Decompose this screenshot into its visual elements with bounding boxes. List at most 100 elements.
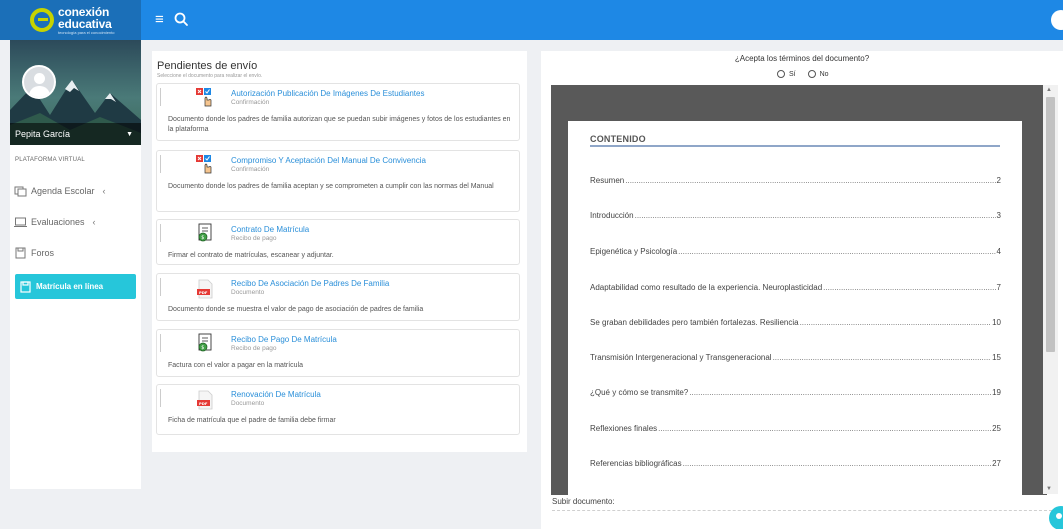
document-card[interactable]: Autorización Publicación De Imágenes De … — [156, 83, 520, 141]
toc-leader — [689, 388, 991, 397]
search-icon[interactable] — [173, 11, 190, 28]
toc-entry-title: Reflexiones finales — [590, 424, 658, 433]
document-title[interactable]: Contrato De Matrícula — [231, 225, 309, 234]
hamburger-menu-icon[interactable]: ≡ — [155, 12, 164, 27]
toc-entry-page: 3 — [996, 211, 1001, 220]
nav-section-label: PLATAFORMA VIRTUAL — [15, 157, 85, 163]
document-card[interactable]: Compromiso Y Aceptación Del Manual De Co… — [156, 150, 520, 212]
chevron-left-icon: ‹ — [92, 216, 96, 227]
document-title[interactable]: Renovación De Matrícula — [231, 390, 321, 399]
document-type: Confirmación — [231, 99, 270, 106]
upload-label: Subir documento: — [552, 497, 615, 506]
toc-entry-title: Se graban debilidades pero también forta… — [590, 318, 799, 327]
brand-logo[interactable]: conexión educativa tecnología para el co… — [0, 0, 141, 40]
pending-documents-panel: Pendientes de envío Seleccione el docume… — [152, 51, 527, 452]
toc-entry-title: Introducción — [590, 211, 634, 220]
toc-entry-title: Epigenética y Psicología — [590, 247, 678, 256]
sidebar-item-label: Matrícula en línea — [36, 282, 104, 291]
toc-entry-title: Adaptabilidad como resultado de la exper… — [590, 283, 823, 292]
confirm-icon — [196, 88, 212, 107]
document-title[interactable]: Recibo De Pago De Matrícula — [231, 335, 337, 344]
document-card[interactable]: $ Recibo De Pago De Matrícula Recibo de … — [156, 329, 520, 377]
laptop-icon — [14, 217, 27, 227]
enrollment-icon — [20, 280, 31, 293]
terms-option-no[interactable]: No — [807, 70, 829, 78]
sidebar: Pepita García ▼ PLATAFORMA VIRTUAL Agend… — [10, 40, 141, 489]
document-type: Confirmación — [231, 166, 270, 173]
confirm-icon — [196, 155, 212, 174]
toc-entry: Resumen 2 — [590, 176, 1001, 185]
toc-entry: Referencias bibliográficas 27 — [590, 459, 1001, 468]
toc-entry-page: 7 — [996, 283, 1001, 292]
upload-dropzone[interactable] — [552, 510, 1052, 529]
receipt-icon: $ — [198, 333, 212, 352]
svg-text:PDF: PDF — [199, 401, 208, 406]
scroll-down-icon[interactable]: ▼ — [1046, 486, 1052, 492]
document-card[interactable]: $ Contrato De Matrícula Recibo de pago F… — [156, 219, 520, 265]
toc-entry: Reflexiones finales 25 — [590, 424, 1001, 433]
scroll-up-icon[interactable]: ▲ — [1046, 87, 1052, 93]
toc-leader — [658, 424, 991, 433]
scrollbar-thumb[interactable] — [1046, 97, 1055, 352]
radio-button-yes[interactable] — [777, 70, 785, 78]
document-title[interactable]: Compromiso Y Aceptación Del Manual De Co… — [231, 156, 426, 165]
terms-option-yes-label: Sí — [789, 70, 796, 78]
toc-entry-page: 10 — [992, 318, 1001, 327]
document-type: Recibo de pago — [231, 235, 277, 242]
pdf-icon: PDF — [197, 279, 213, 299]
calendar-icon — [14, 186, 27, 196]
document-card[interactable]: PDF Recibo De Asociación De Padres De Fa… — [156, 273, 520, 321]
document-description: Documento donde los padres de familia au… — [168, 116, 511, 133]
sidebar-item-foros[interactable]: Foros — [10, 239, 141, 266]
svg-text:PDF: PDF — [199, 290, 208, 295]
chevron-left-icon: ‹ — [102, 185, 106, 196]
svg-text:$: $ — [201, 235, 204, 241]
brand-logo-text: conexión educativa tecnología para el co… — [58, 6, 114, 35]
profile-name-bar[interactable]: Pepita García ▼ — [10, 123, 141, 145]
toc-leader — [683, 459, 991, 468]
viewer-scrollbar[interactable]: ▲ ▼ — [1043, 85, 1058, 494]
document-card[interactable]: PDF Renovación De Matrícula Documento Fi… — [156, 384, 520, 435]
brand-logo-icon — [30, 8, 54, 32]
toc-entry-page: 19 — [992, 388, 1001, 397]
sidebar-item-label: Foros — [31, 247, 55, 258]
toc-entry: Introducción 3 — [590, 211, 1001, 220]
document-title[interactable]: Autorización Publicación De Imágenes De … — [231, 89, 424, 98]
document-type: Documento — [231, 400, 265, 407]
terms-option-no-label: No — [819, 70, 829, 78]
sidebar-item-label: Evaluaciones — [31, 216, 85, 227]
toc-entry-page: 15 — [992, 353, 1001, 362]
terms-options: Sí No — [777, 70, 841, 78]
svg-text:$: $ — [201, 345, 204, 351]
sidebar-item-agenda-escolar[interactable]: Agenda Escolar ‹ — [10, 177, 141, 204]
toc-entry: Epigenética y Psicología 4 — [590, 247, 1001, 256]
document-title[interactable]: Recibo De Asociación De Padres De Famili… — [231, 279, 389, 288]
user-name: Pepita García — [15, 129, 71, 139]
user-menu-icon[interactable] — [1051, 10, 1063, 30]
document-type: Recibo de pago — [231, 345, 277, 352]
toc-entry-title: Transmisión Intergeneracional y Transgen… — [590, 353, 772, 362]
sidebar-item-matricula-en-linea[interactable]: Matrícula en línea — [15, 274, 136, 299]
sidebar-item-label: Agenda Escolar — [31, 185, 95, 196]
toc-entry-page: 25 — [992, 424, 1001, 433]
toc-leader — [773, 353, 992, 362]
toc-leader — [625, 176, 995, 185]
toc-entry-page: 27 — [992, 459, 1001, 468]
radio-button-no[interactable] — [807, 70, 816, 78]
toc-entry: Adaptabilidad como resultado de la exper… — [590, 283, 1001, 292]
sidebar-item-evaluaciones[interactable]: Evaluaciones ‹ — [10, 208, 141, 235]
toc-entry: Se graban debilidades pero también forta… — [590, 318, 1001, 327]
document-description: Firmar el contrato de matrículas, escane… — [168, 252, 334, 259]
top-bar: conexión educativa tecnología para el co… — [0, 0, 1063, 40]
terms-option-yes[interactable]: Sí — [777, 70, 796, 78]
toc-entry-title: ¿Qué y cómo se transmite? — [590, 388, 689, 397]
avatar[interactable] — [22, 65, 56, 99]
document-description: Ficha de matrícula que el padre de famil… — [168, 417, 336, 424]
chat-fab-icon[interactable] — [1049, 506, 1063, 529]
document-description: Documento donde se muestra el valor de p… — [168, 306, 424, 313]
toc-rule — [590, 145, 1000, 147]
document-description: Factura con el valor a pagar en la matrí… — [168, 362, 304, 369]
toc-heading: CONTENIDO — [590, 134, 646, 144]
toc-entry-page: 4 — [996, 247, 1001, 256]
toc-leader — [823, 283, 995, 292]
